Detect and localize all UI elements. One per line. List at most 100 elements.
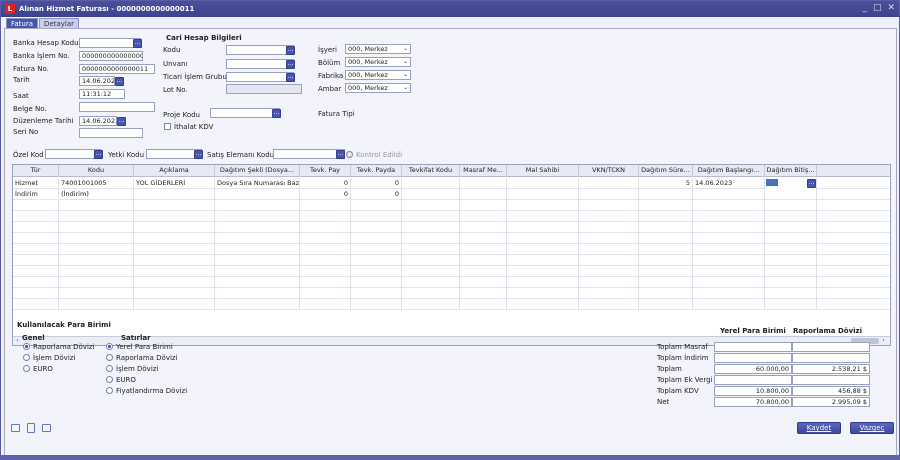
table-cell[interactable] <box>460 266 507 277</box>
table-cell[interactable] <box>507 299 579 310</box>
table-cell[interactable] <box>351 277 402 288</box>
table-cell[interactable] <box>402 255 460 266</box>
table-cell[interactable] <box>639 288 693 299</box>
table-cell[interactable] <box>134 222 215 233</box>
duzenleme-tarihi-calendar-button[interactable]: ... <box>117 117 126 126</box>
table-cell[interactable] <box>351 222 402 233</box>
table-cell[interactable] <box>134 189 215 200</box>
table-cell[interactable]: 74001001005 <box>59 178 134 189</box>
table-cell[interactable] <box>300 200 351 211</box>
table-cell[interactable] <box>13 255 59 266</box>
table-cell[interactable]: (İndirim) <box>59 189 134 200</box>
cari-kodu-input[interactable] <box>226 45 294 55</box>
table-cell[interactable] <box>300 211 351 222</box>
table-cell[interactable] <box>300 233 351 244</box>
table-cell[interactable] <box>402 178 460 189</box>
table-cell[interactable] <box>300 277 351 288</box>
table-cell[interactable]: 0 <box>351 178 402 189</box>
table-cell[interactable] <box>507 277 579 288</box>
table-cell[interactable] <box>402 222 460 233</box>
table-cell[interactable] <box>300 266 351 277</box>
table-cell[interactable] <box>639 277 693 288</box>
table-cell[interactable] <box>300 222 351 233</box>
table-cell[interactable] <box>215 266 300 277</box>
proje-kodu-input[interactable] <box>210 108 280 118</box>
kaydet-button[interactable]: Kaydet <box>797 422 841 434</box>
table-cell[interactable] <box>402 299 460 310</box>
table-cell[interactable] <box>215 255 300 266</box>
table-cell[interactable] <box>693 211 765 222</box>
banka-islem-no-input[interactable]: 0000000000000001 <box>79 51 143 61</box>
seri-no-input[interactable] <box>79 128 143 138</box>
table-cell[interactable] <box>134 233 215 244</box>
scroll-right-icon[interactable]: › <box>879 337 888 345</box>
table-cell[interactable] <box>639 200 693 211</box>
table-cell[interactable] <box>639 189 693 200</box>
table-cell[interactable] <box>460 189 507 200</box>
table-cell[interactable]: YOL GİDERLERİ <box>134 178 215 189</box>
table-cell[interactable] <box>460 222 507 233</box>
table-cell[interactable] <box>59 255 134 266</box>
tarih-input[interactable]: 14.06.2023 <box>79 76 115 86</box>
table-cell[interactable] <box>579 255 639 266</box>
table-cell[interactable] <box>639 233 693 244</box>
table-cell[interactable] <box>507 178 579 189</box>
table-cell[interactable] <box>507 255 579 266</box>
table-cell[interactable] <box>460 178 507 189</box>
table-cell[interactable] <box>351 233 402 244</box>
table-cell[interactable] <box>579 189 639 200</box>
table-cell[interactable] <box>693 189 765 200</box>
fabrika-select[interactable]: 000, Merkez ⌄ <box>345 70 411 80</box>
table-cell[interactable] <box>693 244 765 255</box>
table-row[interactable] <box>13 211 890 222</box>
table-cell[interactable] <box>460 244 507 255</box>
table-cell[interactable] <box>13 244 59 255</box>
radio-satir_opts-1[interactable] <box>106 354 113 361</box>
table-cell[interactable] <box>351 200 402 211</box>
table-cell[interactable] <box>351 299 402 310</box>
ticari-islem-grubu-input[interactable] <box>226 72 294 82</box>
table-cell[interactable] <box>639 255 693 266</box>
yetki-kodu-lookup-button[interactable]: ... <box>194 150 203 159</box>
column-header[interactable]: Dağıtım Şekli (Dosya... <box>215 165 300 177</box>
table-cell[interactable]: 0 <box>351 189 402 200</box>
radio-genel_opts-1[interactable] <box>23 354 30 361</box>
table-cell[interactable] <box>351 266 402 277</box>
open-book-icon[interactable] <box>42 424 51 432</box>
table-cell[interactable] <box>351 211 402 222</box>
table-cell[interactable] <box>639 299 693 310</box>
maximize-icon[interactable]: □ <box>873 3 882 13</box>
table-cell[interactable] <box>215 233 300 244</box>
table-cell[interactable] <box>579 222 639 233</box>
unvani-lookup-button[interactable]: ... <box>286 60 295 69</box>
satis-elemani-lookup-button[interactable]: ... <box>336 150 345 159</box>
table-cell[interactable] <box>59 288 134 299</box>
table-cell[interactable] <box>693 233 765 244</box>
table-cell[interactable] <box>13 266 59 277</box>
table-cell[interactable] <box>579 277 639 288</box>
table-row[interactable] <box>13 299 890 310</box>
close-icon[interactable]: ✕ <box>887 3 895 13</box>
radio-genel_opts-2[interactable] <box>23 365 30 372</box>
table-cell[interactable] <box>765 277 817 288</box>
table-cell[interactable] <box>693 222 765 233</box>
table-cell[interactable] <box>460 255 507 266</box>
table-cell[interactable] <box>765 244 817 255</box>
table-cell[interactable]: İndirim <box>13 189 59 200</box>
table-cell[interactable] <box>402 288 460 299</box>
table-cell[interactable] <box>579 233 639 244</box>
table-cell[interactable] <box>507 211 579 222</box>
column-header[interactable]: Dağıtım Süre... <box>639 165 693 177</box>
table-cell[interactable] <box>765 255 817 266</box>
table-cell[interactable] <box>402 189 460 200</box>
table-cell[interactable] <box>460 200 507 211</box>
table-cell[interactable] <box>13 222 59 233</box>
table-cell[interactable] <box>507 200 579 211</box>
radio-satir_opts-0[interactable] <box>106 343 113 350</box>
table-cell[interactable] <box>13 299 59 310</box>
column-header[interactable]: Tevk. Payda <box>351 165 402 177</box>
table-cell[interactable] <box>134 288 215 299</box>
table-cell[interactable] <box>215 244 300 255</box>
table-cell[interactable] <box>351 244 402 255</box>
table-cell[interactable] <box>300 288 351 299</box>
